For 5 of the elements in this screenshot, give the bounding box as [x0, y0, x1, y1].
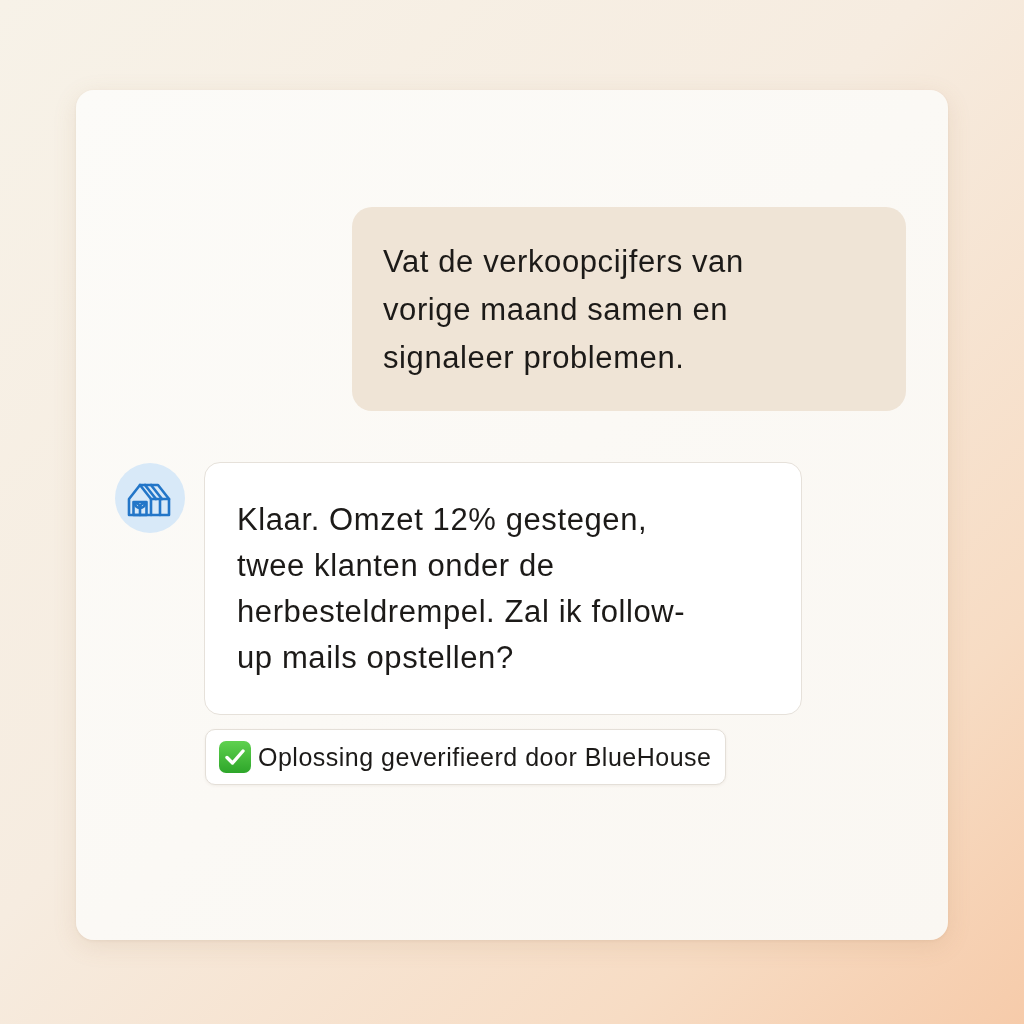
assistant-message-text: Klaar. Omzet 12% gestegen, twee klanten onder de herbesteldrempel. Zal ik follow-up mails opstellen? [237, 501, 687, 677]
user-message-text: Vat de verkoopcijfers van vorige maand samen en signaleer problemen. [383, 243, 745, 377]
check-icon [219, 741, 251, 773]
greenhouse-icon [115, 463, 185, 533]
verification-text: Oplossing geverifieerd door BlueHouse [258, 742, 712, 772]
